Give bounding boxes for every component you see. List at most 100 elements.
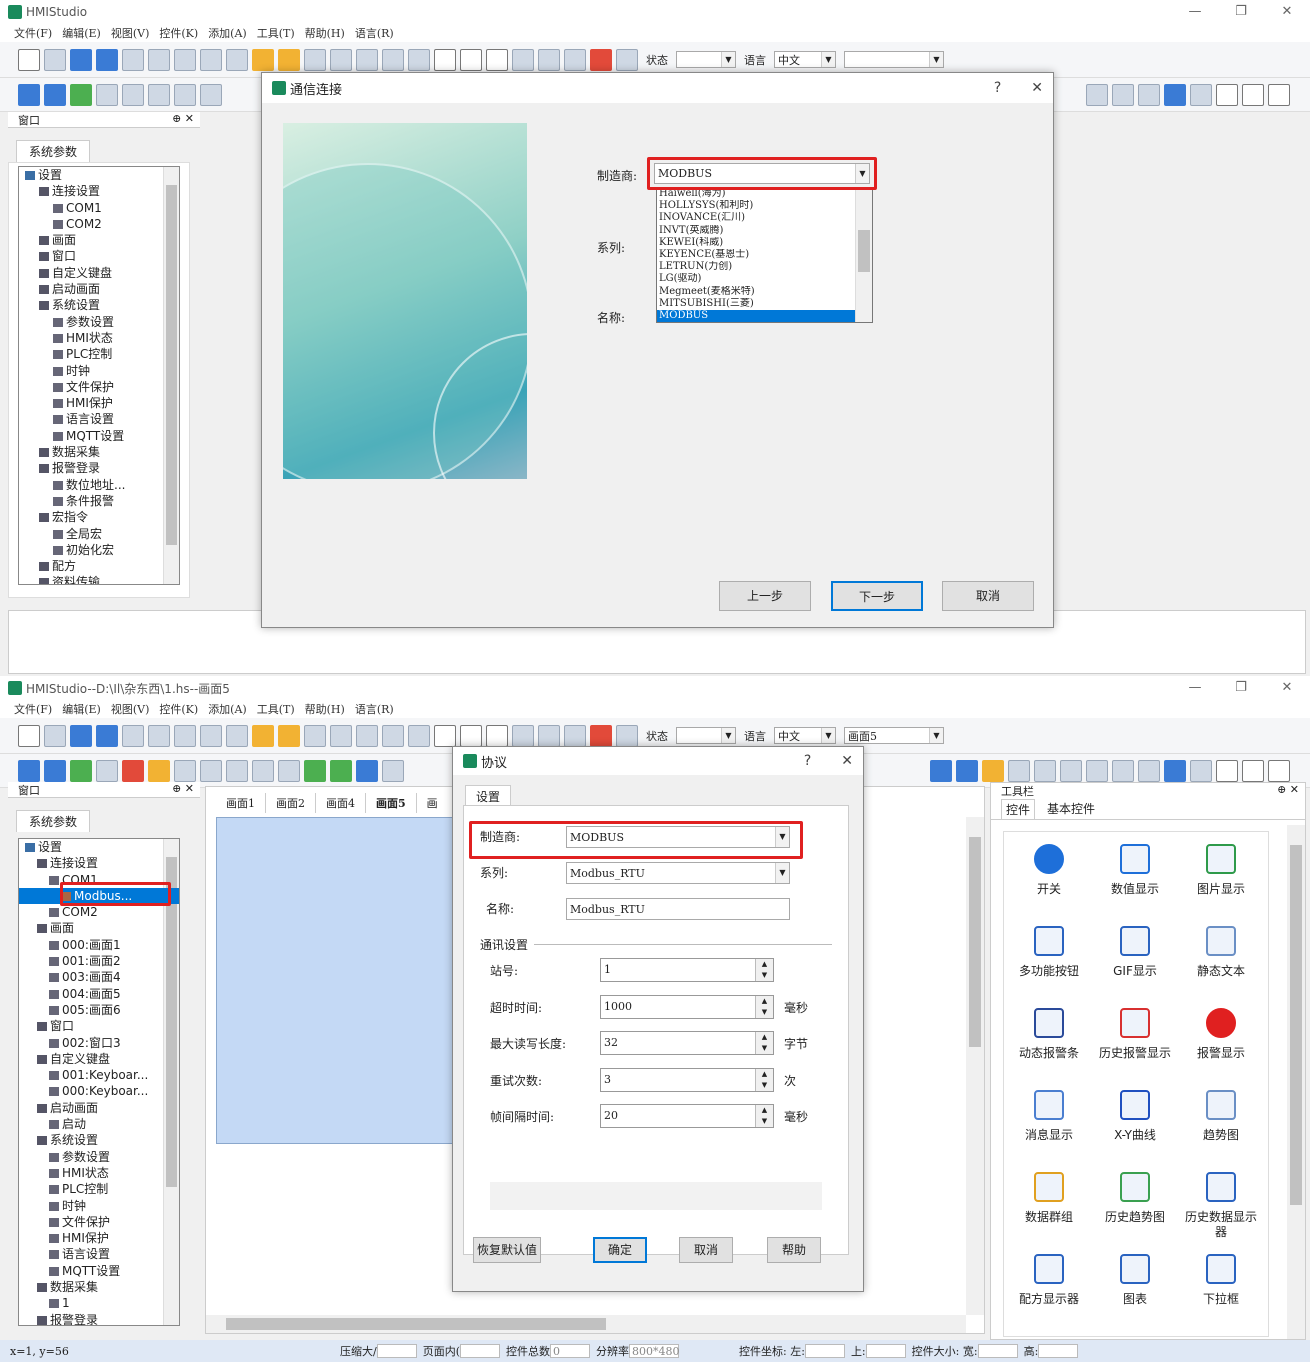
picture2-icon[interactable]: [330, 759, 352, 782]
zoom-icon[interactable]: [434, 724, 456, 747]
tab-screen5[interactable]: 画面5: [366, 793, 417, 813]
tree-item[interactable]: 文件保护: [19, 379, 179, 395]
dropdown-option[interactable]: LG(驱动): [657, 273, 855, 285]
tab-controls[interactable]: 控件: [1001, 799, 1036, 819]
help-button[interactable]: ?: [994, 73, 1001, 103]
menu-edit[interactable]: 编辑(E): [62, 25, 101, 41]
control-icon[interactable]: [1206, 1254, 1236, 1284]
language-combo[interactable]: 中文 ▼: [774, 727, 836, 744]
tree-item[interactable]: COM2: [19, 904, 179, 920]
tree-item[interactable]: 语言设置: [19, 1246, 179, 1262]
layer-icon[interactable]: [382, 48, 404, 71]
state-combo[interactable]: ▼: [676, 51, 736, 68]
restore-button[interactable]: ❐: [1218, 676, 1264, 700]
help-dialog-button[interactable]: 帮助: [767, 1237, 821, 1263]
bar-chart-icon[interactable]: [982, 759, 1004, 782]
simulate-icon[interactable]: [96, 759, 118, 782]
tree-item[interactable]: 系统设置: [19, 297, 179, 313]
tree-item[interactable]: 数据采集: [19, 444, 179, 460]
toggle-icon[interactable]: [1138, 83, 1160, 106]
control-icon[interactable]: [1034, 1090, 1064, 1120]
unlock-icon[interactable]: [278, 724, 300, 747]
select-icon[interactable]: [174, 48, 196, 71]
editor-vscroll[interactable]: [966, 817, 984, 1315]
tree-item[interactable]: 001:Keyboar...: [19, 1067, 179, 1083]
tree-item[interactable]: HMI状态: [19, 330, 179, 346]
tree-item[interactable]: 画面: [19, 232, 179, 248]
macro2-icon[interactable]: [200, 759, 222, 782]
tree-item[interactable]: 启动: [19, 1116, 179, 1132]
spinner-arrows-icon[interactable]: ▲ ▼: [755, 995, 773, 1018]
lock-icon[interactable]: [252, 724, 274, 747]
picture-icon[interactable]: [304, 759, 326, 782]
tree-item[interactable]: 001:画面2: [19, 953, 179, 969]
settings-tree[interactable]: 设置 连接设置 COM1 Modbus... COM2 画面 000:画面1 001:画面2 0…: [18, 838, 180, 1326]
redo-icon[interactable]: [122, 724, 144, 747]
series-select[interactable]: Modbus_RTU ▼: [566, 862, 790, 884]
zoom-out-icon[interactable]: [486, 724, 508, 747]
upload-icon[interactable]: [44, 83, 66, 106]
menu-file[interactable]: 文件(F): [14, 701, 52, 717]
tree-item[interactable]: 自定义键盘: [19, 265, 179, 281]
tree-item[interactable]: 参数设置: [19, 314, 179, 330]
tree-item[interactable]: 000:Keyboar...: [19, 1083, 179, 1099]
polyline-icon[interactable]: [1268, 83, 1290, 106]
tree-item[interactable]: 启动画面: [19, 281, 179, 297]
state-combo[interactable]: ▼: [676, 727, 736, 744]
recipe-icon[interactable]: [1112, 83, 1134, 106]
online-icon[interactable]: [122, 759, 144, 782]
macro-icon[interactable]: [174, 83, 196, 106]
tree-item[interactable]: 资料传输: [19, 574, 179, 584]
tree-item[interactable]: 002:窗口3: [19, 1035, 179, 1051]
select-icon[interactable]: [174, 724, 196, 747]
tree-item[interactable]: 连接设置: [19, 183, 179, 199]
tree-item[interactable]: PLC控制: [19, 1181, 179, 1197]
zoom-icon[interactable]: [434, 48, 456, 71]
control-icon[interactable]: [1120, 926, 1150, 956]
tree-item[interactable]: 初始化宏: [19, 542, 179, 558]
center-icon[interactable]: [408, 48, 430, 71]
tree-item[interactable]: 文件保护: [19, 1214, 179, 1230]
macro2-icon[interactable]: [200, 83, 222, 106]
grid-icon[interactable]: [226, 724, 248, 747]
control-icon[interactable]: [1120, 1008, 1150, 1038]
open-icon[interactable]: [70, 724, 92, 747]
control-icon[interactable]: [1120, 1254, 1150, 1284]
menu-help[interactable]: 帮助(H): [305, 701, 345, 717]
tab-screen4[interactable]: 画面4: [316, 793, 366, 813]
tab-screen6[interactable]: 画: [417, 793, 448, 813]
open-icon[interactable]: [70, 48, 92, 71]
tree-item[interactable]: MQTT设置: [19, 1263, 179, 1279]
dropdown-option[interactable]: MODBUS: [657, 309, 855, 322]
delete-icon[interactable]: [590, 48, 612, 71]
copy-icon[interactable]: [512, 724, 534, 747]
qr-icon[interactable]: [1190, 759, 1212, 782]
panel-pin-close-icon[interactable]: ⊕ ✕: [172, 782, 194, 797]
cut-icon[interactable]: [564, 724, 586, 747]
line-icon[interactable]: [1216, 83, 1238, 106]
close-button[interactable]: ✕: [1031, 73, 1043, 103]
tree-item[interactable]: 启动画面: [19, 1100, 179, 1116]
dropdown-option[interactable]: MITSUBISHI(三菱): [657, 298, 855, 310]
dropdown-option[interactable]: INVT(英威腾): [657, 225, 855, 237]
control-icon[interactable]: [1206, 1090, 1236, 1120]
table-icon[interactable]: [1086, 83, 1108, 106]
pie-chart-icon[interactable]: [1008, 759, 1030, 782]
qr-icon[interactable]: [1190, 83, 1212, 106]
editor-hscroll[interactable]: [206, 1315, 966, 1333]
settings-icon[interactable]: [252, 759, 274, 782]
name-input[interactable]: Modbus_RTU: [566, 898, 790, 920]
tree-item[interactable]: 条件报警: [19, 493, 179, 509]
xy-chart-icon[interactable]: [930, 759, 952, 782]
panel-pin-close-icon[interactable]: ⊕ ✕: [1277, 783, 1299, 799]
restore-defaults-button[interactable]: 恢复默认值: [473, 1237, 541, 1263]
compile-icon[interactable]: [70, 83, 92, 106]
next-button[interactable]: 下一步: [831, 581, 923, 611]
tree-item[interactable]: 004:画面5: [19, 986, 179, 1002]
new-page-icon[interactable]: [44, 724, 66, 747]
toolbox-scrollbar[interactable]: [1287, 825, 1305, 1339]
dropdown-option[interactable]: HOLLYSYS(和利时): [657, 200, 855, 212]
macro3-icon[interactable]: [226, 759, 248, 782]
tree-item[interactable]: 宏指令: [19, 509, 179, 525]
zoom-out-icon[interactable]: [486, 48, 508, 71]
